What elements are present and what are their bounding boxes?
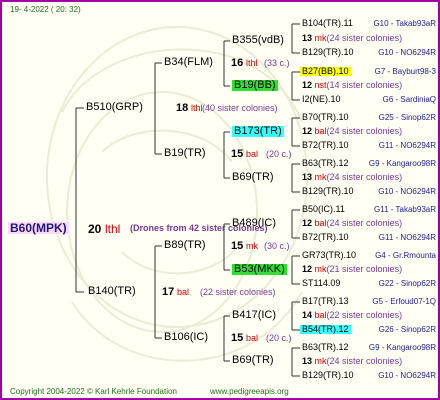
g3-note-row-8: 13 mk(24 sister colonies) — [302, 356, 403, 366]
g2-note-3: (30 c.) — [264, 241, 290, 251]
g2-queen-3[interactable]: B89(TR) — [164, 240, 206, 251]
g1-number-2: 17 — [162, 286, 175, 298]
g3-queen-6[interactable]: B53(MKK) — [232, 264, 287, 275]
g2-queen-2[interactable]: B19(TR) — [164, 148, 206, 159]
g4-queen-5[interactable]: B70(TR).10 — [302, 113, 349, 122]
g4-ref-14[interactable]: G26 - Sinop62R — [379, 326, 436, 334]
g4-queen-4[interactable]: I2(NE).10 — [302, 95, 341, 104]
g2-note-1: (33 c.) — [264, 58, 290, 68]
footer-copyright: Copyright 2004-2022 © Karl Kehrle Founda… — [10, 387, 177, 396]
g4-ref-10[interactable]: G11 - NO6294R — [379, 234, 436, 242]
g1-note-2: (22 sister colonies) — [200, 287, 276, 297]
g1-note-1: (40 sister colonies) — [202, 103, 278, 113]
g2-number-2: 15 — [231, 148, 244, 160]
g4-queen-2[interactable]: B129(TR).10 — [302, 48, 354, 57]
g2-note-2: (20 c.) — [266, 149, 292, 159]
g4-queen-7[interactable]: B63(TR).12 — [302, 159, 349, 168]
g4-ref-2[interactable]: G10 - NO6294R — [378, 49, 436, 57]
g3-note-row-6: 12 mk(21 sister colonies) — [302, 264, 403, 274]
g4-ref-4[interactable]: G6 - SardiniaQ — [383, 96, 436, 104]
g4-ref-13[interactable]: G5 - Erfoud07-1Q — [372, 298, 436, 306]
g4-queen-14[interactable]: B54(TR).12 — [300, 325, 351, 334]
g3-queen-1[interactable]: B355(vdB) — [232, 35, 284, 46]
g4-ref-16[interactable]: G10 - NO6294R — [378, 372, 436, 380]
g4-queen-1[interactable]: B104(TR).11 — [302, 19, 353, 28]
g2-note-4: (20 c.) — [266, 333, 292, 343]
g4-ref-1[interactable]: G10 - Takab93aR — [373, 20, 436, 28]
g1-type-2: bal — [177, 287, 190, 297]
g4-queen-16[interactable]: B129(TR).10 — [302, 371, 354, 380]
g4-ref-3[interactable]: G7 - Bayburt98-3 — [375, 68, 436, 76]
g4-ref-11[interactable]: G4 - Gr.Rmounta — [375, 252, 436, 260]
g3-note-row-5: 12 bal(24 sister colonies) — [302, 218, 403, 228]
g2-type-3: mk — [246, 241, 258, 251]
g3-note-row-2: 12 nst(14 sister colonies) — [302, 80, 403, 90]
root-queen[interactable]: B60(MPK) — [8, 222, 69, 234]
g4-ref-6[interactable]: G11 - NO6294R — [379, 142, 436, 150]
g4-queen-11[interactable]: GR73(TR).10 — [302, 251, 356, 260]
root-number: 20 — [88, 222, 102, 236]
g2-queen-4[interactable]: B106(IC) — [164, 332, 208, 343]
footer-site-link[interactable]: www.pedigreeapis.org — [210, 388, 289, 396]
g4-queen-6[interactable]: B72(TR).10 — [302, 141, 349, 150]
g3-note-row-4: 13 mk(24 sister colonies) — [302, 172, 403, 182]
g4-queen-9[interactable]: B50(IC).11 — [302, 205, 345, 214]
g3-queen-2[interactable]: B19(BB) — [232, 80, 278, 91]
g2-number-3: 15 — [231, 240, 244, 252]
pedigree-frame: 19- 4-2022 ( 20: 32) B60(MPK) 20 lthl (D… — [0, 0, 440, 400]
g4-queen-15[interactable]: B63(TR).12 — [302, 343, 349, 352]
g4-ref-5[interactable]: G25 - Sinop62R — [379, 114, 436, 122]
g3-queen-5[interactable]: B489(IC) — [232, 218, 276, 229]
g1-number-1: 18 — [176, 102, 189, 114]
g4-queen-12[interactable]: ST114.09 — [302, 279, 340, 288]
g4-queen-10[interactable]: B72(TR).10 — [302, 233, 349, 242]
g4-ref-8[interactable]: G10 - NO6294R — [378, 188, 436, 196]
g4-queen-8[interactable]: B129(TR).10 — [302, 187, 354, 196]
g4-ref-12[interactable]: G22 - Sinop62R — [379, 280, 436, 288]
g4-queen-13[interactable]: B17(TR).13 — [302, 297, 349, 306]
g1-type-1: lthl — [191, 103, 203, 113]
g3-note-row-3: 12 bal(24 sister colonies) — [302, 126, 403, 136]
g4-queen-3[interactable]: B27(BB).10 — [300, 67, 351, 76]
g3-queen-3[interactable]: B173(TR) — [232, 126, 284, 137]
g2-number-1: 16 — [231, 57, 244, 69]
g2-type-2: bal — [246, 149, 259, 159]
g2-number-4: 15 — [231, 332, 244, 344]
g4-ref-15[interactable]: G9 - Kangaroo98R — [369, 344, 436, 352]
g4-ref-9[interactable]: G11 - Takab93aR — [374, 206, 436, 214]
g2-type-4: bal — [246, 333, 259, 343]
g2-type-1: lthl — [246, 58, 258, 68]
g4-ref-7[interactable]: G9 - Kangaroo98R — [369, 160, 436, 168]
g3-queen-7[interactable]: B417(IC) — [232, 310, 276, 321]
g2-queen-1[interactable]: B34(FLM) — [164, 57, 213, 68]
root-type: lthl — [105, 222, 121, 236]
report-date: 19- 4-2022 ( 20: 32) — [10, 5, 81, 14]
g3-note-row-7: 14 bal(22 sister colonies) — [302, 310, 403, 320]
g3-note-row-1: 13 mk(24 sister colonies) — [302, 33, 403, 43]
pedigree-connector-lines — [75, 23, 300, 377]
g1-queen-2[interactable]: B140(TR) — [88, 286, 136, 297]
g1-queen-1[interactable]: B510(GRP) — [86, 102, 143, 113]
g3-queen-8[interactable]: B69(TR) — [232, 355, 274, 366]
g3-queen-4[interactable]: B69(TR) — [232, 172, 274, 183]
